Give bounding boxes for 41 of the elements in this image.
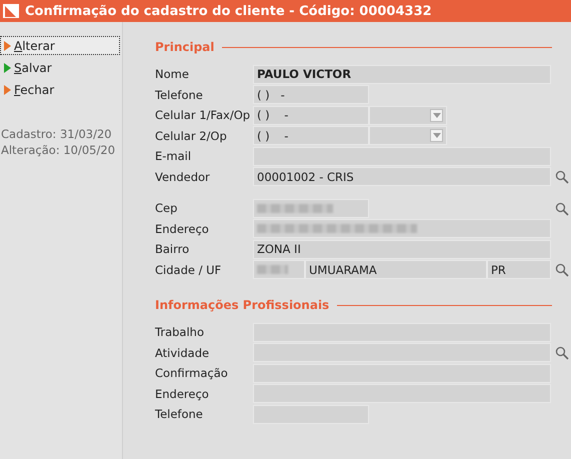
field-label: E-mail (155, 149, 192, 164)
input-field[interactable]: ZONA II (253, 240, 551, 259)
field-label: Endereço (155, 222, 210, 236)
action-button[interactable]: Salvar (0, 58, 120, 77)
input-field[interactable] (253, 219, 551, 238)
input-field[interactable] (253, 260, 305, 280)
field-label: Atividade (155, 346, 210, 360)
date-info: Alteração: 10/05/20 (1, 142, 116, 158)
field-label: Bairro (155, 242, 190, 256)
input-field[interactable]: UMUARAMA (305, 260, 487, 280)
window-title: Confirmação do cadastro do cliente - Código: 00004332 (25, 4, 432, 18)
section-title: Principal (155, 40, 214, 54)
dropdown-field[interactable] (369, 106, 447, 125)
field-label: Vendedor (155, 170, 211, 184)
input-field[interactable]: ( ) - (253, 106, 369, 125)
field-label: Trabalho (155, 325, 205, 340)
action-button[interactable]: Fechar (0, 80, 120, 99)
input-field[interactable]: ( ) - (253, 126, 369, 146)
action-button[interactable]: Alterar (0, 36, 120, 55)
app-logo-icon (3, 4, 19, 18)
date-info: Cadastro: 31/03/20 (1, 126, 113, 142)
input-field[interactable]: ( ) - (253, 85, 369, 104)
dropdown-field[interactable] (369, 126, 447, 146)
field-label: Cidade / UF (155, 262, 222, 277)
search-icon[interactable] (555, 263, 569, 278)
section-title: Informações Profissionais (155, 298, 330, 312)
input-field[interactable]: PAULO VICTOR (253, 64, 551, 84)
search-icon[interactable] (555, 170, 569, 184)
field-label: Celular 2/Op (155, 128, 228, 143)
field-label: Telefone (155, 88, 204, 102)
field-label: Cep (155, 201, 178, 216)
field-label: Telefone (155, 407, 204, 422)
field-label: Confirmação (155, 366, 229, 380)
search-icon[interactable] (555, 346, 569, 360)
field-label: Endereço (155, 386, 210, 401)
input-field[interactable]: 00001002 - CRIS (253, 167, 551, 186)
field-label: Celular 1/Fax/Op (155, 108, 252, 122)
field-label: Nome (155, 67, 190, 82)
search-icon[interactable] (555, 202, 569, 216)
input-field[interactable]: PR (487, 260, 551, 280)
input-field[interactable] (253, 198, 369, 218)
